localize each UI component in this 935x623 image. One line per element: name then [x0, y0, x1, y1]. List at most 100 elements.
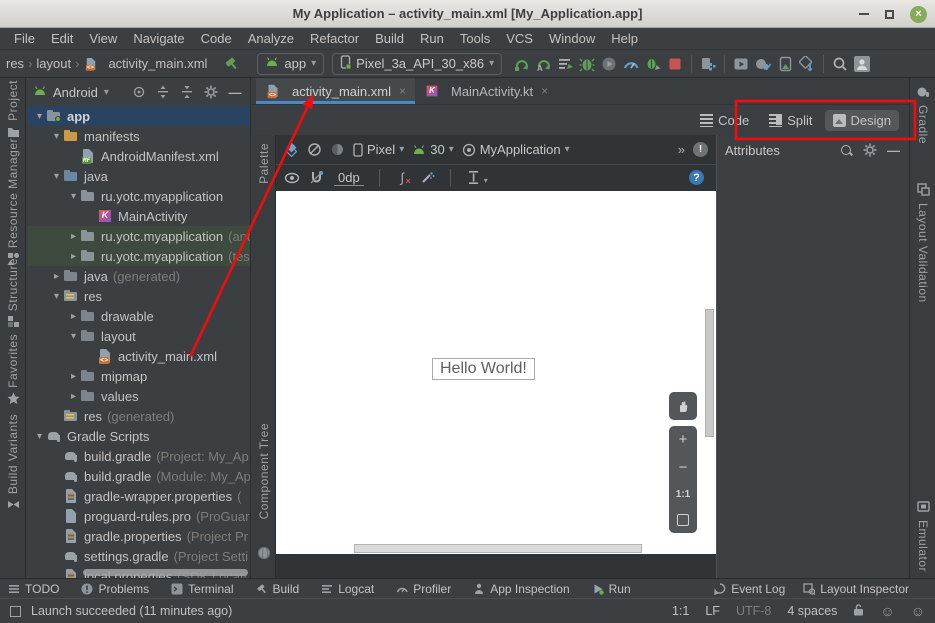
- profile-icon[interactable]: [598, 53, 620, 75]
- tree-item-androidmanifest-xml[interactable]: MFAndroidManifest.xml: [27, 146, 251, 166]
- apply-changes-icon[interactable]: A: [532, 53, 554, 75]
- canvas-vertical-scrollbar[interactable]: [705, 309, 714, 437]
- make-project-hammer-icon[interactable]: [221, 53, 243, 75]
- help-icon[interactable]: ?: [689, 170, 704, 185]
- settings-gear-icon[interactable]: [861, 141, 879, 159]
- hide-panel-icon[interactable]: —: [226, 83, 244, 101]
- menu-file[interactable]: File: [6, 31, 43, 46]
- tree-chevron-down-icon[interactable]: ▾: [33, 111, 46, 122]
- clear-constraints-icon[interactable]: ∫×: [395, 170, 410, 185]
- project-view-selector[interactable]: Android: [53, 85, 98, 100]
- hello-world-textview[interactable]: Hello World!: [432, 358, 535, 380]
- menu-code[interactable]: Code: [193, 31, 240, 46]
- stop-icon[interactable]: [664, 53, 686, 75]
- sidebar-item-resource-manager[interactable]: Resource Manager: [0, 138, 26, 268]
- tree-item-java[interactable]: ▾java: [27, 166, 251, 186]
- menu-refactor[interactable]: Refactor: [302, 31, 367, 46]
- tree-item-ru-yotc-myapplication[interactable]: ▸ru.yotc.myapplication(androidTest): [27, 226, 251, 246]
- expand-all-icon[interactable]: [154, 83, 172, 101]
- sidebar-item-gradle[interactable]: Gradle: [910, 86, 935, 144]
- menu-run[interactable]: Run: [412, 31, 452, 46]
- sync-gradle-icon[interactable]: [752, 53, 774, 75]
- pack-align-icon[interactable]: ▾: [466, 170, 481, 185]
- locate-file-icon[interactable]: [130, 83, 148, 101]
- menu-window[interactable]: Window: [541, 31, 603, 46]
- feedback-smiley-icon[interactable]: ☺: [880, 603, 894, 619]
- tree-chevron-down-icon[interactable]: ▾: [67, 191, 80, 202]
- device-picker[interactable]: Pixel ▾: [353, 142, 404, 157]
- tool-window-button-event-log[interactable]: Event Log: [714, 582, 785, 596]
- menu-build[interactable]: Build: [367, 31, 412, 46]
- infer-constraints-wand-icon[interactable]: [420, 170, 435, 185]
- api-picker[interactable]: 30 ▾: [412, 142, 454, 157]
- tree-item-drawable[interactable]: ▸drawable: [27, 306, 251, 326]
- tool-window-button-todo[interactable]: TODO: [8, 582, 59, 596]
- mode-button-code[interactable]: Code: [692, 110, 757, 131]
- menu-help[interactable]: Help: [603, 31, 646, 46]
- debug-icon[interactable]: [576, 53, 598, 75]
- tree-chevron-down-icon[interactable]: ▾: [50, 171, 63, 182]
- file-encoding[interactable]: UTF-8: [736, 604, 771, 618]
- night-mode-icon[interactable]: [330, 142, 345, 157]
- mode-button-split[interactable]: Split: [761, 110, 820, 131]
- tree-item-mainactivity[interactable]: KMainActivity: [27, 206, 251, 226]
- tree-chevron-down-icon[interactable]: ▾: [50, 291, 63, 302]
- tool-window-button-problems[interactable]: Problems: [81, 582, 149, 596]
- tree-item-manifests[interactable]: ▾manifests: [27, 126, 251, 146]
- tree-chevron-right-icon[interactable]: ▸: [67, 391, 80, 402]
- search-icon[interactable]: [829, 53, 851, 75]
- project-horizontal-scrollbar[interactable]: [83, 569, 248, 576]
- view-options-eye-icon[interactable]: [284, 170, 299, 185]
- sdk-manager-icon[interactable]: [796, 53, 818, 75]
- tool-window-toggle-icon[interactable]: [10, 606, 21, 617]
- menu-edit[interactable]: Edit: [43, 31, 81, 46]
- orientation-icon[interactable]: [307, 142, 322, 157]
- tree-item-res[interactable]: res(generated): [27, 406, 251, 426]
- search-icon[interactable]: [840, 144, 853, 157]
- canvas-horizontal-scrollbar[interactable]: [354, 544, 642, 553]
- default-margin-picker[interactable]: 0dp: [334, 170, 364, 186]
- tree-item-build-gradle[interactable]: build.gradle(Project: My_Ap: [27, 446, 251, 466]
- tree-item-ru-yotc-myapplication[interactable]: ▸ru.yotc.myapplication(test): [27, 246, 251, 266]
- tree-chevron-down-icon[interactable]: ▾: [50, 131, 63, 142]
- run-config-dropdown[interactable]: app ▾: [257, 53, 324, 75]
- menu-vcs[interactable]: VCS: [498, 31, 541, 46]
- issues-warning-icon[interactable]: !: [693, 142, 708, 157]
- close-button[interactable]: ×: [910, 6, 927, 23]
- menu-analyze[interactable]: Analyze: [240, 31, 302, 46]
- pan-hand-button[interactable]: [669, 392, 697, 420]
- tree-item-proguard-rules-pro[interactable]: proguard-rules.pro(ProGuar: [27, 506, 251, 526]
- tree-chevron-right-icon[interactable]: ▸: [67, 311, 80, 322]
- tree-item-java[interactable]: ▸java(generated): [27, 266, 251, 286]
- tree-item-values[interactable]: ▸values: [27, 386, 251, 406]
- settings-gear-icon[interactable]: [202, 83, 220, 101]
- sidebar-item-build-variants[interactable]: Build Variants: [0, 414, 26, 514]
- design-surface-layers-icon[interactable]: [284, 142, 299, 157]
- sidebar-item-structure[interactable]: Structure: [0, 258, 26, 331]
- sidebar-item-layout-validation[interactable]: Layout Validation: [910, 183, 935, 303]
- running-devices-icon[interactable]: [730, 53, 752, 75]
- mode-button-design[interactable]: Design: [825, 110, 899, 131]
- theme-picker[interactable]: MyApplication ▾: [462, 142, 570, 157]
- device-manager-icon[interactable]: [697, 53, 719, 75]
- tree-item-gradle-scripts[interactable]: ▾Gradle Scripts: [27, 426, 251, 446]
- tree-item-ru-yotc-myapplication[interactable]: ▾ru.yotc.myapplication: [27, 186, 251, 206]
- tree-item-layout[interactable]: ▾layout: [27, 326, 251, 346]
- more-actions-icon[interactable]: »: [678, 142, 685, 157]
- tree-item-app[interactable]: ▾app: [27, 106, 251, 126]
- palette-tab[interactable]: Palette: [257, 143, 271, 184]
- zoom-to-fit-icon[interactable]: [677, 514, 689, 526]
- memory-indicator-icon[interactable]: ☺: [911, 603, 925, 619]
- tree-chevron-down-icon[interactable]: ▾: [33, 431, 46, 442]
- menu-tools[interactable]: Tools: [452, 31, 498, 46]
- indent-setting[interactable]: 4 spaces: [787, 604, 837, 618]
- sidebar-item-project[interactable]: Project: [0, 80, 26, 141]
- breadcrumb-item[interactable]: activity_main.xml: [108, 56, 207, 71]
- device-file-explorer-icon[interactable]: [774, 53, 796, 75]
- minimize-button[interactable]: [859, 13, 869, 15]
- attach-debugger-icon[interactable]: [642, 53, 664, 75]
- autoconnect-magnet-icon[interactable]: [309, 170, 324, 185]
- restore-button[interactable]: [885, 10, 894, 19]
- tool-window-button-layout-inspector[interactable]: Layout Inspector: [803, 582, 909, 596]
- breadcrumb-item[interactable]: layout: [36, 56, 71, 71]
